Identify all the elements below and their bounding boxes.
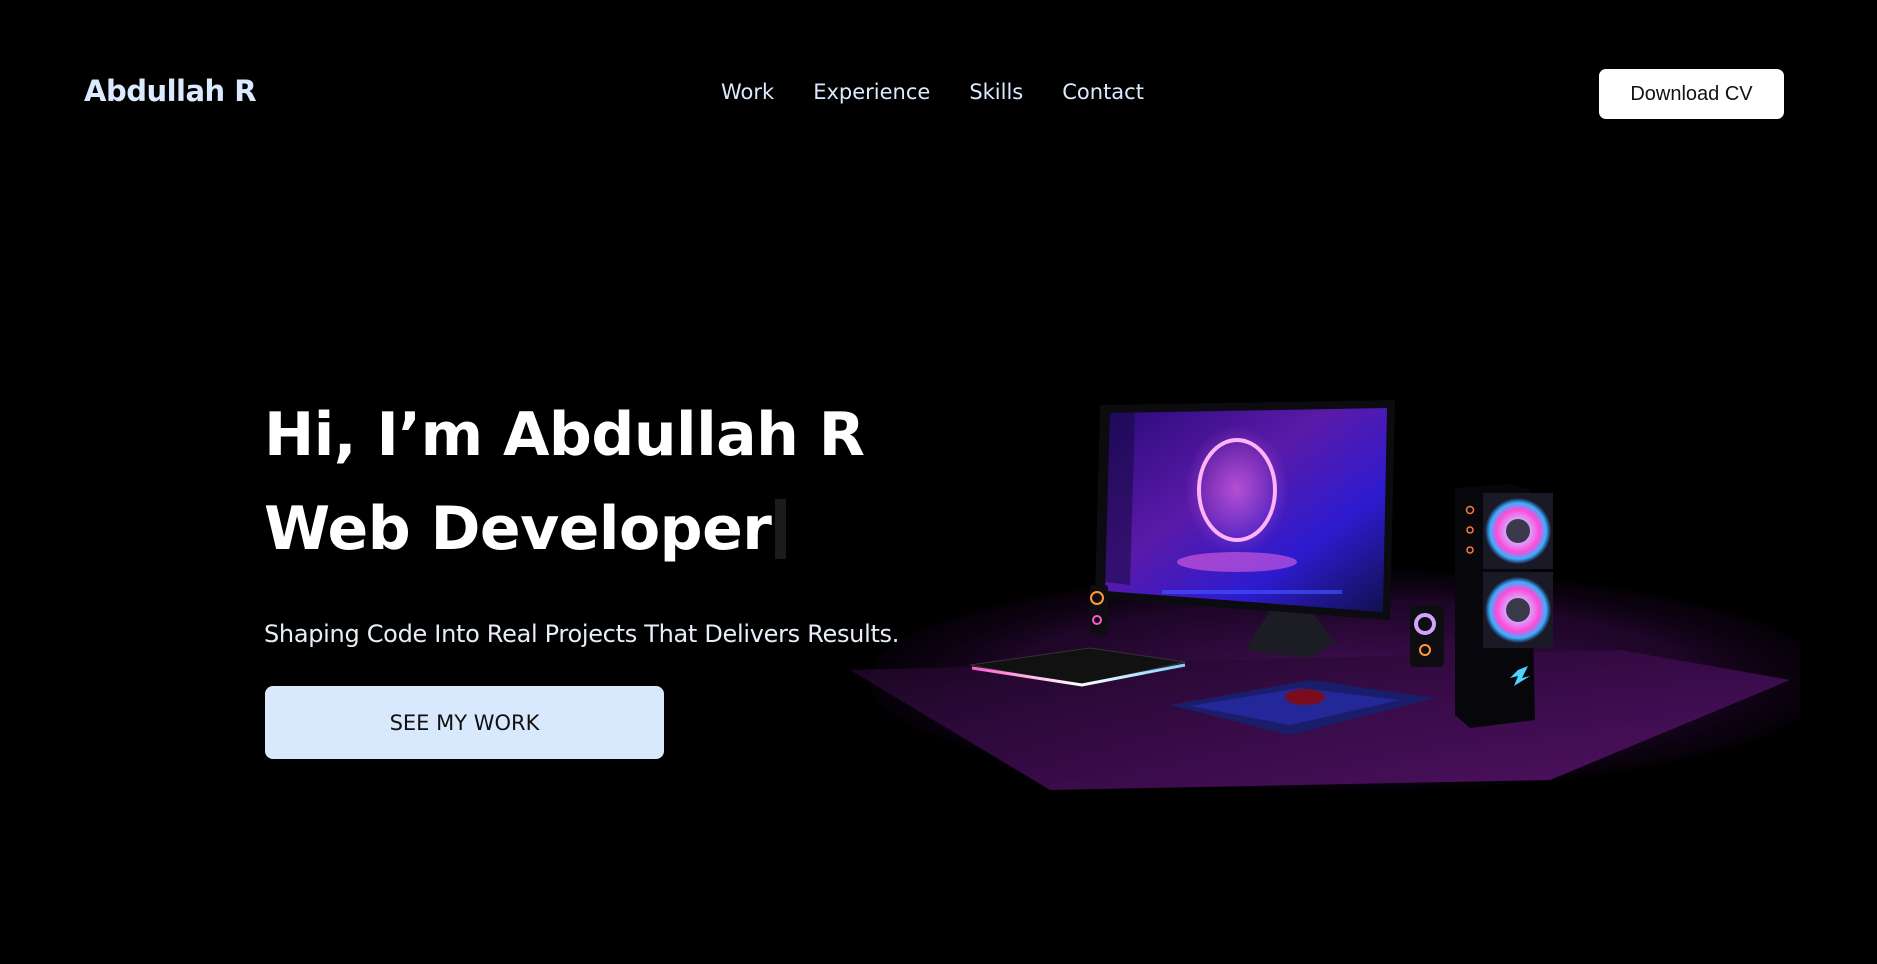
desk-setup-illustration (850, 400, 1800, 790)
page: Abdullah R Work Experience Skills Contac… (0, 0, 1877, 964)
download-cv-button[interactable]: Download CV (1599, 69, 1784, 119)
nav-link-work[interactable]: Work (721, 80, 774, 104)
hero-role: Web Developer (264, 494, 772, 564)
main-nav: Work Experience Skills Contact (721, 80, 1144, 104)
hero-role-line: Web Developer (264, 494, 787, 564)
hero-greeting: Hi, I’m Abdullah R (264, 400, 865, 470)
mouse (1285, 689, 1325, 705)
nav-link-contact[interactable]: Contact (1062, 80, 1144, 104)
logo[interactable]: Abdullah R (84, 74, 257, 108)
taskbar (1162, 590, 1342, 594)
nav-link-experience[interactable]: Experience (813, 80, 930, 104)
see-my-work-button[interactable]: SEE MY WORK (265, 686, 664, 759)
nav-link-skills[interactable]: Skills (969, 80, 1023, 104)
typing-caret (775, 499, 787, 559)
